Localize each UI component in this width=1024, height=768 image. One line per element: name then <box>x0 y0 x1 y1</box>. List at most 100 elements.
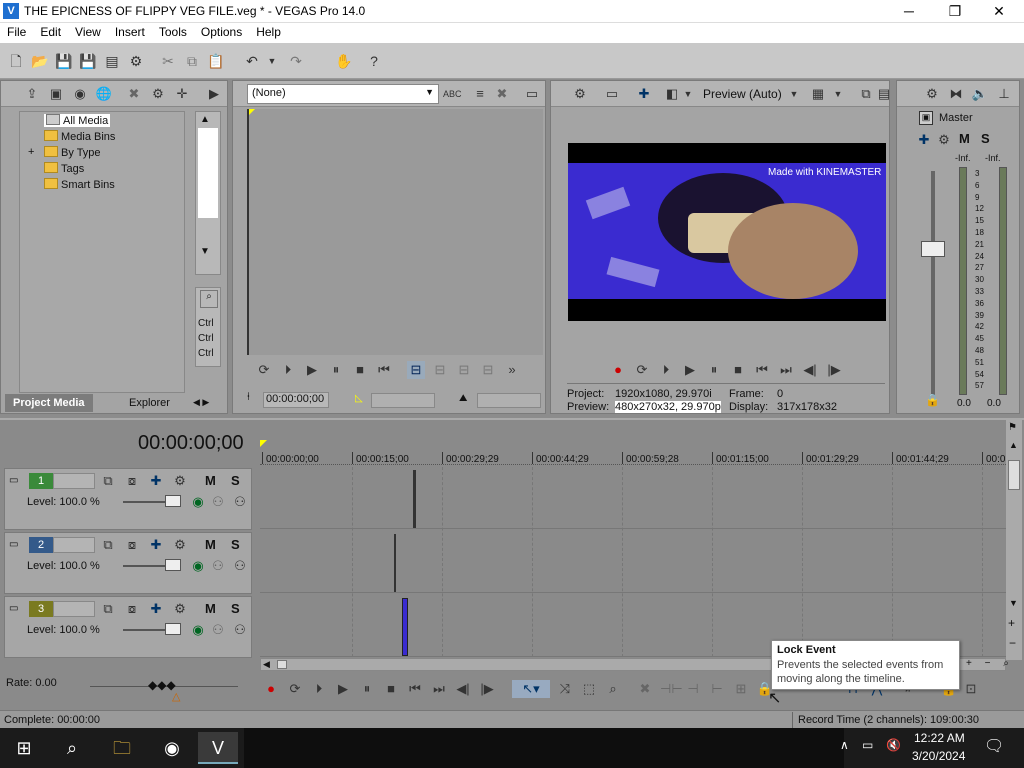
copy-icon[interactable]: ⧉ <box>182 51 202 71</box>
preview-quality-dropdown[interactable]: Preview (Auto) <box>703 87 782 101</box>
search-icon[interactable]: ⌕ <box>52 732 92 764</box>
track-gear-icon[interactable]: ⚙ <box>171 472 189 490</box>
trim-start-icon[interactable]: ⊣ <box>684 680 702 698</box>
preview-quality-chevron-icon[interactable]: ▼ <box>785 85 803 103</box>
overlays-grid-icon[interactable]: ▦ <box>809 85 827 103</box>
menu-tools[interactable]: Tools <box>152 23 194 41</box>
add-after-icon[interactable]: ⊟ <box>455 361 473 379</box>
hscroll-thumb[interactable] <box>277 660 287 669</box>
compositing-mode-icon[interactable]: ⧇ <box>123 600 141 618</box>
track-motion-icon[interactable]: ⧉ <box>99 536 117 554</box>
track-lane-2[interactable] <box>260 531 1006 593</box>
go-to-end-icon[interactable]: ⏭ <box>777 361 795 379</box>
media-scrollbar[interactable]: ▲ ▼ <box>195 111 221 275</box>
fader-lock-icon[interactable]: 🔒 <box>925 393 940 407</box>
save-snapshot-icon[interactable]: ▤ <box>875 85 893 103</box>
maximize-button[interactable]: ❐ <box>932 0 978 23</box>
go-to-start-icon[interactable]: ⏮ <box>375 361 393 379</box>
track-collapse-icon[interactable]: ▭ <box>9 475 18 486</box>
splitter[interactable] <box>0 418 1024 420</box>
menu-options[interactable]: Options <box>194 23 249 41</box>
zoom-edit-tool-icon[interactable]: ⌕ <box>604 680 622 698</box>
undo-dropdown-icon[interactable]: ▼ <box>262 51 282 71</box>
import-media-icon[interactable]: ⇪ <box>23 85 41 103</box>
master-solo-button[interactable]: S <box>981 131 990 146</box>
menu-file[interactable]: File <box>0 23 33 41</box>
minimize-button[interactable]: ─ <box>886 0 932 23</box>
trimmer-view[interactable] <box>247 109 543 355</box>
save-as-icon[interactable]: 💾 <box>78 51 98 71</box>
tree-expander[interactable]: + <box>28 146 34 158</box>
split-screen-dropdown-icon[interactable]: ▼ <box>679 85 697 103</box>
loop-playback-icon[interactable]: ⟳ <box>286 680 304 698</box>
capture-video-icon[interactable]: ▣ <box>47 85 65 103</box>
tab-project-media[interactable]: Project Media <box>5 394 93 412</box>
solo-button[interactable]: S <box>231 601 240 616</box>
new-file-icon[interactable]: 🗋 <box>6 51 26 71</box>
master-fx-icon[interactable]: ✚ <box>915 131 933 149</box>
zoom-out-icon[interactable]: − <box>1009 636 1016 650</box>
save-icon[interactable]: 💾 <box>54 51 74 71</box>
redo-icon[interactable]: ↷ <box>286 51 306 71</box>
track-fx-icon[interactable]: ✚ <box>147 600 165 618</box>
add-to-timeline-icon[interactable]: ⊟ <box>407 361 425 379</box>
play-from-start-icon[interactable]: ⏵ <box>279 361 297 379</box>
master-gear-icon[interactable]: ⚙ <box>935 131 953 149</box>
compositing-mode-icon[interactable]: ⧇ <box>123 472 141 490</box>
track-collapse-icon[interactable]: ▭ <box>9 603 18 614</box>
close-button[interactable]: ✕ <box>976 0 1022 23</box>
previous-frame-icon[interactable]: ◀| <box>801 361 819 379</box>
media-fx-icon[interactable]: ⚙ <box>149 85 167 103</box>
selection-edit-tool-icon[interactable]: ⬚ <box>580 680 598 698</box>
clock-time[interactable]: 12:22 AM <box>914 731 965 745</box>
mixer-properties-gear-icon[interactable]: ⚙ <box>923 85 941 103</box>
record-icon[interactable]: ● <box>609 361 627 379</box>
track-parent-icon[interactable]: ⚇ <box>209 493 227 511</box>
stop-icon[interactable]: ■ <box>351 361 369 379</box>
track-collapse-icon[interactable]: ▭ <box>9 539 18 550</box>
video-event-1[interactable] <box>413 470 416 528</box>
play-from-start-icon[interactable]: ⏵ <box>310 680 328 698</box>
track-fx-icon[interactable]: ✚ <box>147 536 165 554</box>
split-icon[interactable]: ⊞ <box>732 680 750 698</box>
menu-insert[interactable]: Insert <box>108 23 152 41</box>
expand-controls-icon[interactable]: » <box>503 361 521 379</box>
chrome-icon[interactable]: ◉ <box>152 732 192 764</box>
remove-media-icon[interactable]: ✖ <box>125 85 143 103</box>
open-folder-icon[interactable]: 📂 <box>30 51 50 71</box>
go-to-end-icon[interactable]: ⏭ <box>430 680 448 698</box>
level-slider-thumb[interactable] <box>165 623 181 635</box>
downmix-icon[interactable]: ⧓ <box>947 85 965 103</box>
next-frame-icon[interactable]: |▶ <box>825 361 843 379</box>
track-motion-icon[interactable]: ⧉ <box>99 472 117 490</box>
play-icon[interactable]: ▶ <box>303 361 321 379</box>
playhead-marker[interactable] <box>260 440 267 447</box>
tab-scroll-arrows[interactable]: ◀ ▶ <box>193 397 209 408</box>
play-icon[interactable]: ▶ <box>334 680 352 698</box>
external-monitor-icon[interactable]: ▭ <box>603 85 621 103</box>
stop-icon[interactable]: ■ <box>729 361 747 379</box>
paste-icon[interactable]: 📋 <box>206 51 226 71</box>
track-header-2[interactable]: ▭ 2 ⧉ ⧇ ✚ ⚙ M S Level: 100.0 % ◉ ⚇ ⚇ <box>4 532 252 594</box>
properties-gear-icon[interactable]: ⚙ <box>126 51 146 71</box>
marker-flag-icon[interactable]: ⚑ <box>1008 422 1017 433</box>
solo-button[interactable]: S <box>231 473 240 488</box>
overlays-dropdown-icon[interactable]: ▼ <box>829 85 847 103</box>
play-icon[interactable]: ▶ <box>681 361 699 379</box>
compositing-mode-icon[interactable]: ⧇ <box>123 536 141 554</box>
tree-item-smart-bins[interactable]: Smart Bins <box>44 178 115 191</box>
zoom-in-icon[interactable]: + <box>966 658 972 669</box>
solo-button[interactable]: S <box>231 537 240 552</box>
menu-help[interactable]: Help <box>249 23 288 41</box>
scroll-thumb[interactable] <box>1008 460 1020 490</box>
play-preview-icon[interactable]: ▶ <box>205 85 223 103</box>
loop-playback-icon[interactable]: ⟳ <box>255 361 273 379</box>
zoom-tool-icon[interactable]: ⌕ <box>1003 658 1009 669</box>
delete-icon[interactable]: ✖ <box>636 680 654 698</box>
tree-item-tags[interactable]: Tags <box>44 162 84 175</box>
track-lane-1[interactable] <box>260 467 1006 529</box>
scroll-thumb[interactable] <box>198 128 218 218</box>
timeline-vscroll[interactable]: ⚑ ▲ ▼ + − <box>1006 420 1022 660</box>
clear-trimmer-icon[interactable]: ✖ <box>493 85 511 103</box>
video-fx-icon[interactable]: ✚ <box>635 85 653 103</box>
